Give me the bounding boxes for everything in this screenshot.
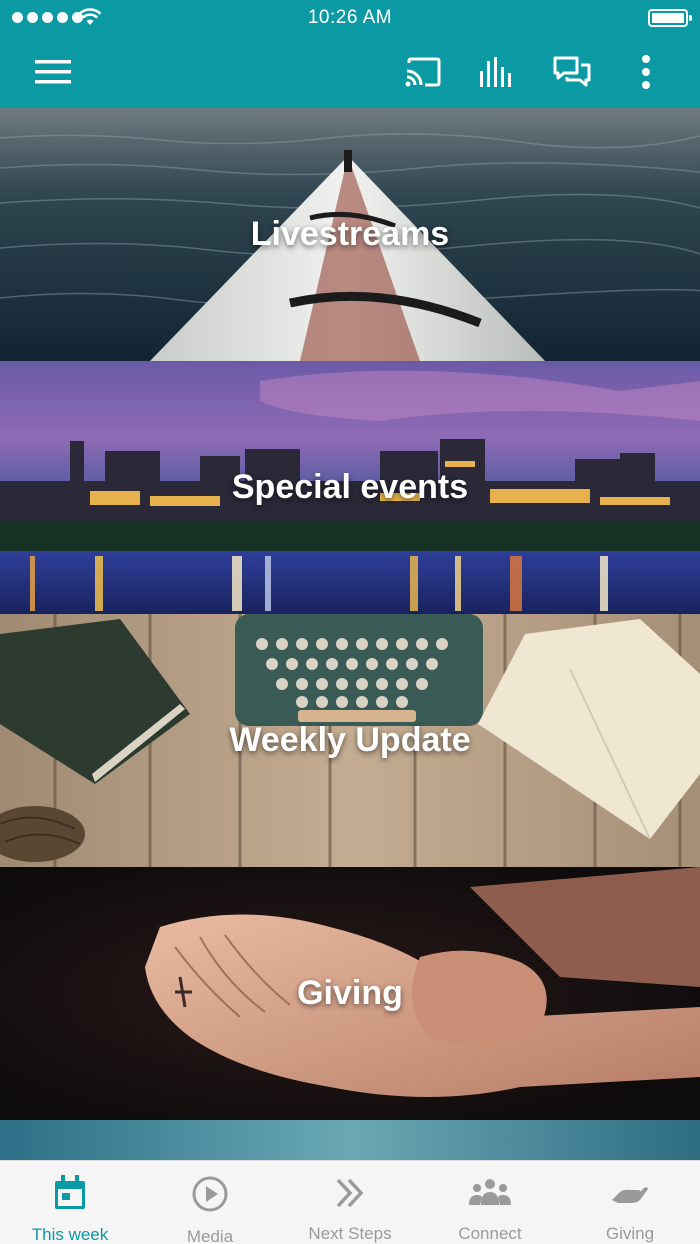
tile-label: Special events (231, 468, 469, 506)
tile-partial[interactable] (0, 1120, 700, 1160)
tile-weekly-update[interactable]: Weekly Update (0, 614, 700, 867)
app-header: 10:26 AM (0, 0, 700, 108)
tile-label: Weekly Update (229, 721, 471, 759)
status-time: 10:26 AM (307, 7, 393, 28)
tile-label: Livestreams (250, 215, 450, 253)
tab-label: Next Steps (308, 1224, 392, 1243)
chat-icon[interactable] (550, 50, 594, 94)
tab-connect[interactable]: Connect (420, 1161, 560, 1244)
giving-hand-icon (610, 1175, 650, 1210)
tile-special-events[interactable]: Special events (0, 361, 700, 614)
tile-label: Giving (297, 974, 403, 1012)
toolbar (0, 36, 700, 108)
tab-this-week[interactable]: This week (0, 1161, 140, 1244)
double-chevron-icon (333, 1175, 367, 1210)
tab-label: Connect (458, 1224, 522, 1243)
tab-label: This week (31, 1225, 109, 1244)
battery-icon (648, 9, 692, 27)
more-vertical-icon[interactable] (624, 50, 668, 94)
hamburger-menu-icon[interactable] (31, 50, 75, 94)
feature-tiles: Livestreams Special events Weekly Update… (0, 108, 700, 1160)
tile-giving[interactable]: Giving (0, 867, 700, 1120)
tab-next-steps[interactable]: Next Steps (280, 1161, 420, 1244)
tab-label: Giving (605, 1224, 655, 1243)
teal-banner-photo (0, 1120, 700, 1160)
status-bar: 10:26 AM (0, 0, 700, 36)
bottom-tab-bar: This week Media Next Steps Connect Givin… (0, 1160, 700, 1244)
tab-label: Media (186, 1227, 234, 1244)
equalizer-icon[interactable] (475, 50, 519, 94)
group-icon (468, 1175, 512, 1210)
cast-icon[interactable] (401, 50, 445, 94)
tile-livestreams[interactable]: Livestreams (0, 108, 700, 361)
play-circle-icon (191, 1175, 229, 1213)
calendar-icon (53, 1175, 87, 1211)
tab-giving[interactable]: Giving (560, 1161, 700, 1244)
tab-media[interactable]: Media (140, 1161, 280, 1244)
